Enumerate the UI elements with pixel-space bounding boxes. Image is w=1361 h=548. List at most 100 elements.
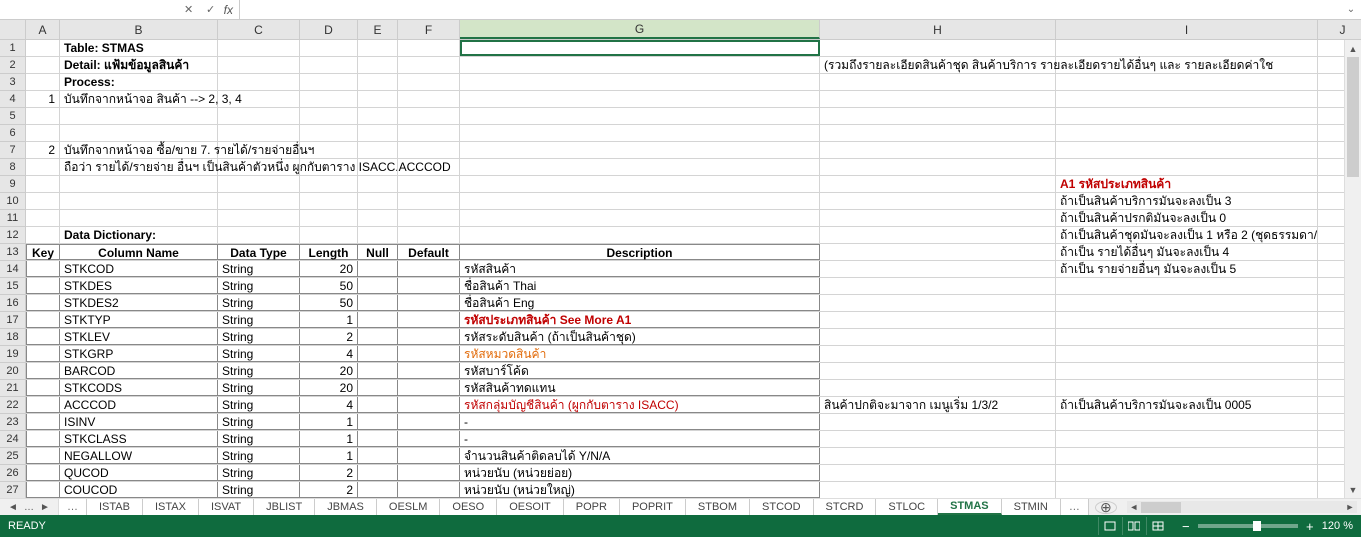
cell[interactable]: 2: [300, 465, 358, 481]
cell[interactable]: ACCCOD: [60, 397, 218, 413]
cell[interactable]: String: [218, 397, 300, 413]
cell[interactable]: [358, 193, 398, 209]
cell[interactable]: [460, 210, 820, 226]
cancel-icon[interactable]: ✕: [180, 2, 198, 18]
cell[interactable]: [820, 312, 1056, 328]
cell[interactable]: [820, 448, 1056, 464]
column-header-F[interactable]: F: [398, 20, 460, 39]
cell[interactable]: [26, 261, 60, 277]
cell[interactable]: A1 รหัสประเภทสินค้า: [1056, 176, 1318, 192]
cell[interactable]: 1: [26, 91, 60, 107]
cell[interactable]: String: [218, 261, 300, 277]
cell[interactable]: [358, 108, 398, 124]
cell[interactable]: [358, 261, 398, 277]
cell[interactable]: COUCOD: [60, 482, 218, 498]
cell[interactable]: [358, 91, 398, 107]
cell[interactable]: Data Dictionary:: [60, 227, 218, 243]
cell[interactable]: [398, 125, 460, 141]
cell[interactable]: STKCLASS: [60, 431, 218, 447]
cell[interactable]: ISINV: [60, 414, 218, 430]
cell[interactable]: String: [218, 414, 300, 430]
cell[interactable]: [358, 142, 398, 158]
cell[interactable]: QUCOD: [60, 465, 218, 481]
cell[interactable]: [398, 176, 460, 192]
cell[interactable]: String: [218, 380, 300, 396]
cell[interactable]: String: [218, 278, 300, 294]
cell[interactable]: รหัสหมวดสินค้า: [460, 346, 820, 362]
cell[interactable]: [820, 363, 1056, 379]
row-header[interactable]: 27: [0, 482, 25, 498]
sheet-tab-stloc[interactable]: STLOC: [876, 499, 938, 515]
cell[interactable]: [60, 125, 218, 141]
tab-nav-first-icon[interactable]: ◄: [6, 502, 20, 513]
cell[interactable]: [358, 363, 398, 379]
cell[interactable]: [398, 278, 460, 294]
cell[interactable]: รหัสบาร์โค้ด: [460, 363, 820, 379]
cell[interactable]: ถ้าเป็นสินค้าบริการมันจะลงเป็น 0005: [1056, 397, 1318, 413]
cell[interactable]: [218, 57, 300, 73]
cell[interactable]: [820, 108, 1056, 124]
cell[interactable]: STKTYP: [60, 312, 218, 328]
zoom-out-icon[interactable]: −: [1180, 519, 1192, 534]
cell[interactable]: -: [460, 414, 820, 430]
cell[interactable]: [820, 193, 1056, 209]
cell[interactable]: [218, 227, 300, 243]
cell[interactable]: [358, 482, 398, 498]
cell[interactable]: 1: [300, 431, 358, 447]
cell[interactable]: [26, 414, 60, 430]
cell[interactable]: [460, 125, 820, 141]
row-header[interactable]: 26: [0, 465, 25, 482]
cell[interactable]: [820, 40, 1056, 56]
cell[interactable]: Key: [26, 244, 60, 260]
cell[interactable]: [218, 108, 300, 124]
cell[interactable]: [218, 125, 300, 141]
cell[interactable]: [300, 176, 358, 192]
cell[interactable]: [358, 431, 398, 447]
cell[interactable]: String: [218, 295, 300, 311]
cell[interactable]: [26, 448, 60, 464]
cell[interactable]: String: [218, 363, 300, 379]
cell[interactable]: String: [218, 329, 300, 345]
cell[interactable]: หน่วยนับ (หน่วยย่อย): [460, 465, 820, 481]
cell[interactable]: [1056, 40, 1318, 56]
cell[interactable]: [820, 380, 1056, 396]
cell[interactable]: [820, 244, 1056, 260]
cell[interactable]: [358, 176, 398, 192]
cell[interactable]: [358, 159, 398, 175]
expand-formula-icon[interactable]: ⌄: [1341, 4, 1361, 15]
cell[interactable]: ถือว่า รายได้/รายจ่าย อื่นฯ เป็นสินค้าตั…: [60, 159, 218, 175]
sheet-tab-stcod[interactable]: STCOD: [750, 499, 814, 515]
cell[interactable]: Null: [358, 244, 398, 260]
cell[interactable]: Table: STMAS: [60, 40, 218, 56]
cell[interactable]: [358, 312, 398, 328]
cell[interactable]: [460, 227, 820, 243]
cell[interactable]: [1056, 159, 1318, 175]
zoom-slider[interactable]: [1198, 524, 1298, 528]
cell[interactable]: รหัสกลุ่มบัญชีสินค้า (ผูกกับตาราง ISACC): [460, 397, 820, 413]
cell[interactable]: [1056, 482, 1318, 498]
add-sheet-icon[interactable]: ⊕: [1095, 501, 1117, 514]
cell[interactable]: [398, 380, 460, 396]
row-header[interactable]: 23: [0, 414, 25, 431]
cell[interactable]: [1056, 108, 1318, 124]
cell[interactable]: [358, 57, 398, 73]
cell[interactable]: Length: [300, 244, 358, 260]
view-normal-icon[interactable]: [1098, 517, 1122, 535]
cell[interactable]: 50: [300, 295, 358, 311]
cell[interactable]: [26, 380, 60, 396]
cell[interactable]: String: [218, 431, 300, 447]
cell[interactable]: [358, 465, 398, 481]
cell[interactable]: [820, 91, 1056, 107]
cell[interactable]: ถ้าเป็นสินค้าบริการมันจะลงเป็น 3: [1056, 193, 1318, 209]
cell[interactable]: [398, 295, 460, 311]
cell[interactable]: [26, 227, 60, 243]
cell[interactable]: [398, 397, 460, 413]
cell[interactable]: [1056, 74, 1318, 90]
zoom-level[interactable]: 120 %: [1322, 520, 1353, 532]
cell[interactable]: [1056, 414, 1318, 430]
row-header[interactable]: 19: [0, 346, 25, 363]
cell[interactable]: [60, 108, 218, 124]
cell[interactable]: [460, 74, 820, 90]
view-pagebreak-icon[interactable]: [1146, 517, 1170, 535]
cell[interactable]: [358, 210, 398, 226]
